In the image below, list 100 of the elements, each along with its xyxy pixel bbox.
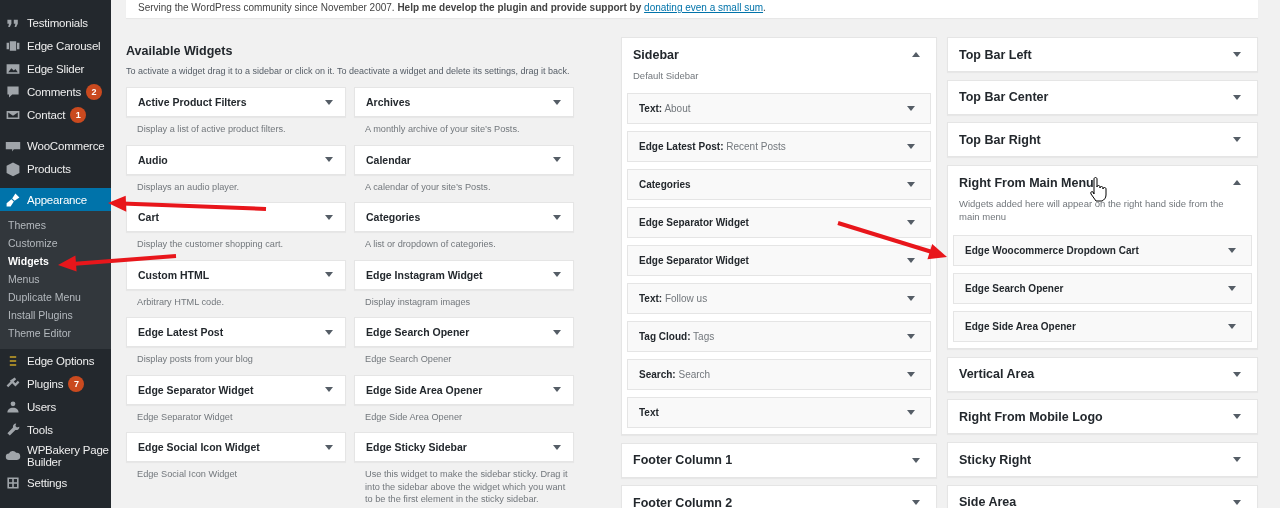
widget-title-bar[interactable]: Cart (126, 202, 346, 232)
widget-area-header[interactable]: Sidebar (622, 38, 936, 71)
widget-description: A monthly archive of your site’s Posts. (364, 123, 521, 136)
widget-title-bar[interactable]: Edge Instagram Widget (354, 259, 574, 290)
placed-widget[interactable]: Edge Separator Widget (627, 207, 931, 238)
caret-down-icon[interactable] (1233, 371, 1241, 377)
widget-title-bar[interactable]: Calendar (354, 144, 574, 175)
widget-area-header[interactable]: Right From Main Menu (948, 166, 1257, 200)
widget-description: Edge Social Icon Widget (136, 468, 239, 481)
widget-area-header[interactable]: Top Bar Left (948, 38, 1257, 71)
caret-down-icon[interactable] (553, 157, 561, 162)
caret-down-icon[interactable] (1228, 248, 1236, 254)
widget-area-header[interactable]: Footer Column 1 (622, 443, 936, 477)
menu-item[interactable]: Appearance (0, 188, 111, 211)
menu-item[interactable]: Plugins 7 (0, 372, 111, 395)
caret-down-icon[interactable] (907, 296, 915, 301)
menu-item[interactable]: Users (0, 395, 111, 418)
menu-item[interactable]: Contact 1 (0, 103, 111, 126)
widget-title-bar[interactable]: Active Product Filters (126, 87, 346, 117)
widget-title-bar[interactable]: Archives (354, 87, 574, 117)
placed-widget[interactable]: Edge Search Opener (953, 273, 1252, 305)
caret-down-icon[interactable] (1233, 457, 1241, 463)
caret-down-icon[interactable] (907, 144, 915, 149)
widget-area-header[interactable]: Top Bar Center (948, 80, 1257, 114)
menu-item[interactable]: WPBakery Page Builder (0, 441, 111, 471)
widget-area-header[interactable]: Sticky Right (948, 443, 1257, 477)
placed-widget[interactable]: Categories (627, 169, 931, 200)
caret-down-icon[interactable] (553, 99, 561, 105)
caret-up-icon[interactable] (1233, 180, 1241, 186)
submenu-item[interactable]: Duplicate Menu (0, 288, 111, 306)
caret-down-icon[interactable] (325, 214, 333, 220)
caret-down-icon[interactable] (325, 387, 333, 392)
placed-widget[interactable]: Text: About (627, 93, 931, 124)
caret-down-icon[interactable] (325, 99, 333, 105)
menu-item[interactable]: Edge Slider (0, 57, 111, 80)
caret-down-icon[interactable] (912, 500, 920, 506)
placed-widget[interactable]: Edge Side Area Opener (953, 311, 1252, 343)
caret-down-icon[interactable] (1233, 94, 1241, 100)
caret-down-icon[interactable] (325, 329, 333, 335)
menu-item[interactable]: Comments 2 (0, 80, 111, 103)
caret-down-icon[interactable] (1233, 52, 1241, 57)
caret-down-icon[interactable] (553, 387, 561, 392)
caret-down-icon[interactable] (1233, 499, 1241, 505)
submenu-item[interactable]: Install Plugins (0, 306, 111, 324)
placed-widget[interactable]: Text: Follow us (627, 283, 931, 314)
submenu-item[interactable]: Customize (0, 234, 111, 252)
menu-item[interactable]: Testimonials (0, 11, 111, 34)
widget-description: A calendar of your site’s Posts. (364, 180, 492, 194)
widget-title-bar[interactable]: Custom HTML (126, 259, 346, 290)
caret-down-icon[interactable] (907, 372, 915, 377)
caret-down-icon[interactable] (912, 457, 920, 463)
caret-down-icon[interactable] (325, 272, 333, 277)
widget-title-bar[interactable]: Edge Social Icon Widget (126, 432, 346, 462)
widget-title-bar[interactable]: Edge Side Area Opener (354, 374, 574, 405)
widget-title-bar[interactable]: Edge Separator Widget (126, 374, 346, 405)
widget-title-bar[interactable]: Edge Latest Post (126, 317, 346, 347)
caret-down-icon[interactable] (907, 334, 915, 339)
placed-widget[interactable]: Edge Woocommerce Dropdown Cart (953, 235, 1252, 267)
caret-down-icon[interactable] (325, 157, 333, 162)
caret-up-icon[interactable] (912, 52, 920, 57)
placed-widget[interactable]: Edge Latest Post: Recent Posts (627, 131, 931, 162)
caret-down-icon[interactable] (907, 258, 915, 263)
menu-item[interactable]: Edge Carousel (0, 34, 111, 57)
widget-area-header[interactable]: Footer Column 2 (622, 486, 936, 508)
widget-area-header[interactable]: Vertical Area (948, 357, 1257, 391)
caret-down-icon[interactable] (907, 220, 915, 225)
caret-down-icon[interactable] (553, 444, 561, 450)
submenu-item[interactable]: Theme Editor (0, 324, 111, 342)
menu-item[interactable]: Edge Options (0, 349, 111, 372)
widget-title-bar[interactable]: Audio (126, 144, 346, 175)
menu-item[interactable]: Tools (0, 418, 111, 441)
caret-down-icon[interactable] (1233, 137, 1241, 143)
widget-title-bar[interactable]: Edge Search Opener (354, 317, 574, 347)
widget-title-bar[interactable]: Categories (354, 202, 574, 232)
widget-title-bar[interactable]: Edge Sticky Sidebar (354, 432, 574, 462)
caret-down-icon[interactable] (1233, 414, 1241, 420)
caret-down-icon[interactable] (553, 329, 561, 335)
caret-down-icon[interactable] (907, 410, 915, 415)
caret-down-icon[interactable] (1228, 324, 1236, 330)
menu-item[interactable]: WooCommerce (0, 134, 111, 157)
submenu-item[interactable]: Widgets (0, 252, 111, 270)
placed-widget[interactable]: Text (627, 397, 931, 428)
widget-area-header[interactable]: Right From Mobile Logo (948, 400, 1257, 434)
caret-down-icon[interactable] (553, 214, 561, 220)
section-heading: Available Widgets (126, 43, 234, 60)
placed-widget[interactable]: Edge Separator Widget (627, 245, 931, 276)
menu-item[interactable]: Settings (0, 471, 111, 494)
widget-area-header[interactable]: Side Area (948, 485, 1257, 508)
caret-down-icon[interactable] (907, 106, 915, 111)
menu-item[interactable]: Products (0, 157, 111, 180)
placed-widget[interactable]: Tag Cloud: Tags (627, 321, 931, 352)
caret-down-icon[interactable] (325, 444, 333, 450)
caret-down-icon[interactable] (553, 272, 561, 277)
submenu-item[interactable]: Menus (0, 270, 111, 288)
placed-widget[interactable]: Search: Search (627, 359, 931, 390)
widget-area-header[interactable]: Top Bar Right (948, 123, 1257, 157)
submenu-item[interactable]: Themes (0, 216, 111, 234)
caret-down-icon[interactable] (1228, 286, 1236, 292)
caret-down-icon[interactable] (907, 182, 915, 187)
count-badge: 1 (70, 106, 87, 123)
